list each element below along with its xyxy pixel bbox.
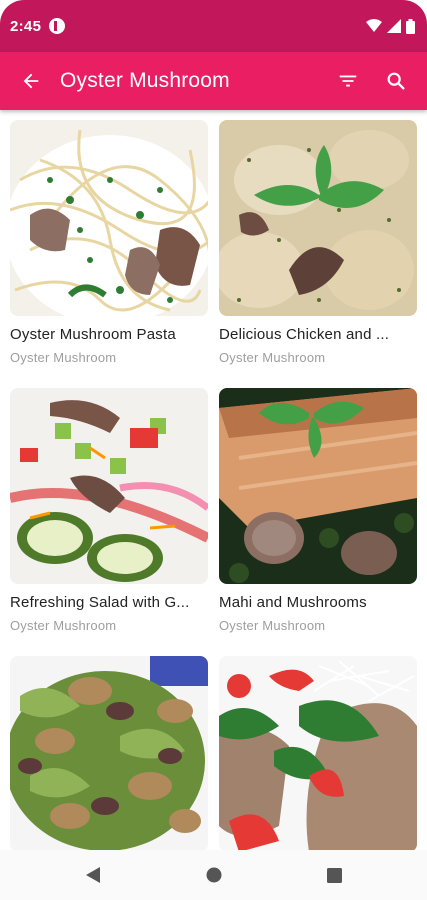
battery-icon [406,18,415,34]
recipe-image [219,120,417,316]
recipe-category: Oyster Mushroom [219,618,326,633]
recipe-card[interactable]: Delicious Chicken and ... Oyster Mushroo… [219,120,417,388]
back-button[interactable] [14,64,48,98]
page-title: Oyster Mushroom [60,69,230,92]
system-nav-bar [0,850,427,900]
wifi-icon [366,19,382,32]
recipe-image [219,388,417,584]
nav-recents-icon[interactable] [327,867,342,883]
recipe-card[interactable] [10,656,208,850]
app-bar: Oyster Mushroom [0,52,427,110]
status-bar: 2:45 [0,0,427,52]
recipe-category: Oyster Mushroom [10,350,117,365]
recipe-card[interactable] [219,656,417,850]
search-icon [387,72,405,90]
nav-home-icon[interactable] [206,867,222,883]
recipe-category: Oyster Mushroom [219,350,326,365]
recipe-image [10,120,208,316]
recipe-card[interactable]: Oyster Mushroom Pasta Oyster Mushroom [10,120,208,388]
status-time: 2:45 [10,17,42,35]
recipe-title: Delicious Chicken and ... [219,326,390,343]
filter-icon [339,75,357,87]
recipe-image [10,388,208,584]
recipe-image [10,656,208,850]
recipe-image [219,656,417,850]
nav-back-icon[interactable] [85,866,101,884]
recipe-card[interactable]: Mahi and Mushrooms Oyster Mushroom [219,388,417,656]
search-button[interactable] [379,64,413,98]
cell-signal-icon [387,19,401,33]
recipe-category: Oyster Mushroom [10,618,117,633]
recipe-title: Mahi and Mushrooms [219,594,367,611]
recipe-card[interactable]: Refreshing Salad with G... Oyster Mushro… [10,388,208,656]
app-notification-icon [49,18,66,34]
filter-button[interactable] [331,64,365,98]
recipe-title: Refreshing Salad with G... [10,594,190,611]
recipe-grid: Oyster Mushroom Pasta Oyster Mushroom De… [0,110,427,850]
arrow-back-icon [23,73,39,89]
recipe-title: Oyster Mushroom Pasta [10,326,176,343]
